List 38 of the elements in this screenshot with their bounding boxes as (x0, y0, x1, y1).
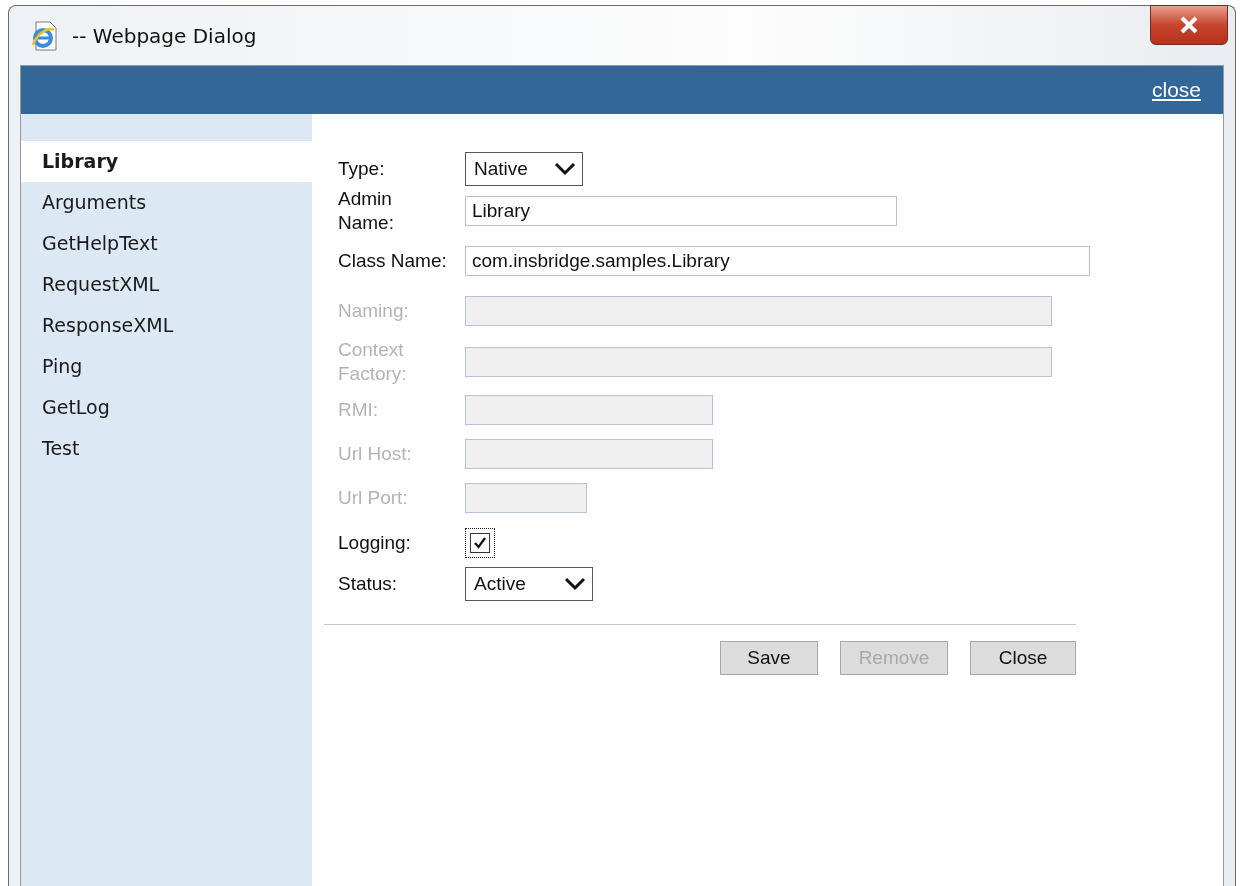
dialog-button[interactable]: Close (970, 641, 1076, 675)
input-field[interactable] (465, 296, 1052, 326)
sidebar-item[interactable]: Ping (21, 346, 312, 387)
close-button[interactable] (1150, 5, 1228, 45)
sidebar-item[interactable]: ResponseXML (21, 305, 312, 346)
field-label: Class Name: (338, 249, 448, 273)
sidebar-item[interactable]: Library (21, 141, 312, 182)
chevron-down-icon (564, 577, 586, 591)
input-field[interactable] (465, 395, 713, 425)
input-field[interactable]: com.insbridge.samples.Library (465, 246, 1090, 276)
sidebar-item[interactable]: GetLog (21, 387, 312, 428)
checkmark-icon (473, 536, 487, 550)
sidebar-item[interactable]: Arguments (21, 182, 312, 223)
window-title: -- Webpage Dialog (72, 23, 257, 48)
sidebar-item[interactable]: GetHelpText (21, 223, 312, 264)
field-label: Context Factory: (338, 338, 408, 386)
field-label: Url Host: (338, 442, 413, 466)
input-field[interactable] (465, 347, 1052, 377)
field-label: Admin Name: (338, 187, 395, 235)
sidebar-item[interactable]: RequestXML (21, 264, 312, 305)
field-label: Status: (338, 572, 399, 596)
chevron-down-icon (554, 162, 576, 176)
checkbox[interactable] (470, 533, 490, 553)
field-label: Url Port: (338, 486, 409, 510)
dropdown[interactable]: Native (465, 152, 583, 186)
browser-page-icon (30, 20, 58, 51)
field-label: RMI: (338, 398, 380, 422)
sidebar-item[interactable]: Test (21, 428, 312, 469)
close-link[interactable]: close (1151, 78, 1201, 102)
input-field[interactable] (465, 483, 587, 513)
field-label: Logging: (338, 531, 412, 555)
input-field[interactable] (465, 439, 713, 469)
input-field[interactable]: Library (465, 196, 897, 226)
field-label: Naming: (338, 299, 410, 323)
field-label: Type: (338, 157, 386, 181)
close-icon (1179, 16, 1199, 34)
dialog-button[interactable]: Save (720, 641, 818, 675)
dropdown[interactable]: Active (465, 567, 593, 601)
